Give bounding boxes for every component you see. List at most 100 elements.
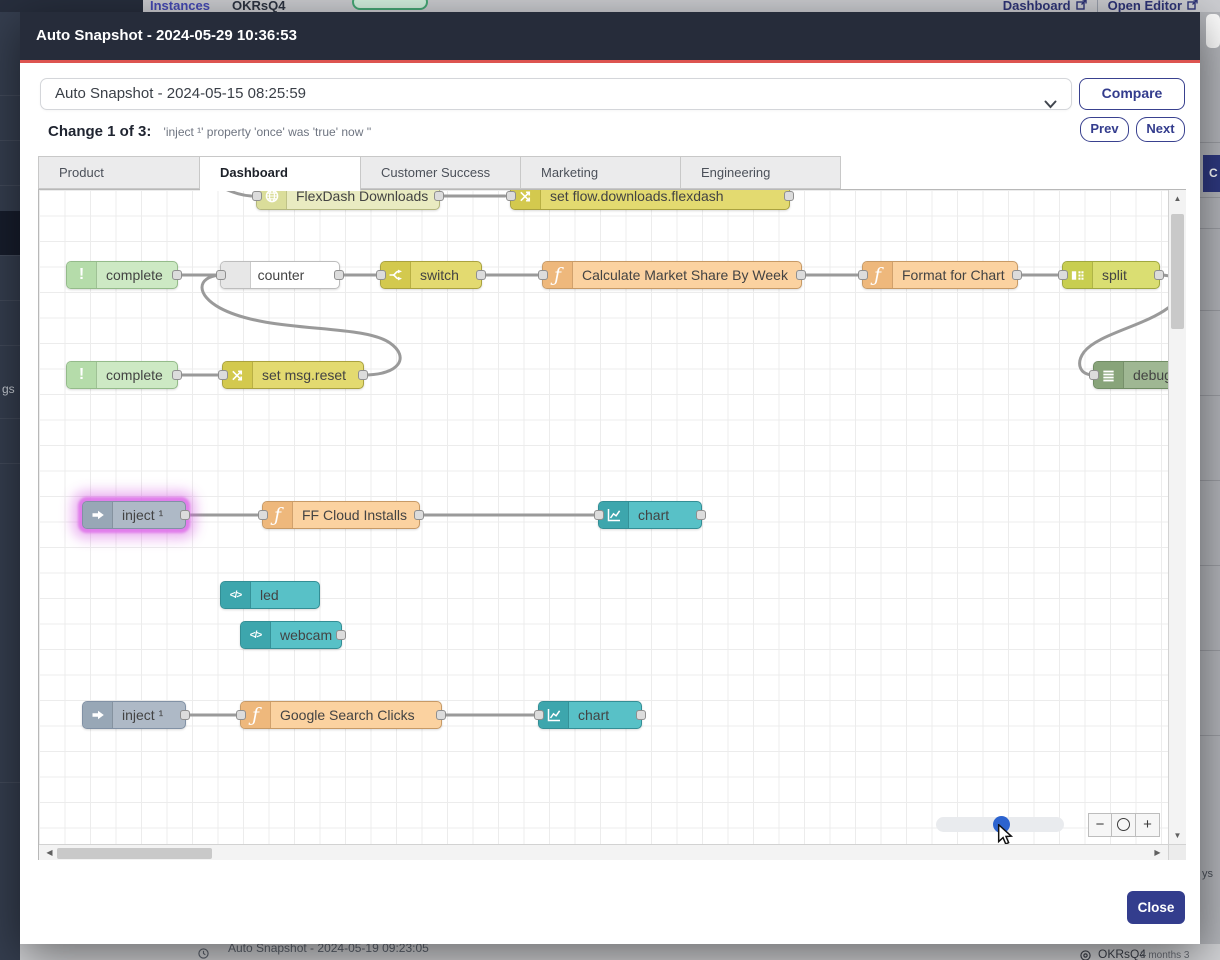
output-port[interactable]: [180, 710, 190, 720]
node-switch[interactable]: switch: [380, 261, 482, 289]
node-label: switch: [411, 262, 481, 288]
node-label: counter: [251, 262, 339, 288]
open-editor-link[interactable]: Open Editor: [1108, 0, 1198, 12]
input-port[interactable]: [252, 191, 262, 201]
node-inject-2[interactable]: inject ¹: [82, 701, 186, 729]
output-port[interactable]: [1012, 270, 1022, 280]
complete-icon: !: [67, 362, 97, 388]
tab-dashboard[interactable]: Dashboard: [200, 156, 361, 191]
node-split[interactable]: split: [1062, 261, 1160, 289]
scroll-right-icon[interactable]: ▶: [1149, 848, 1166, 857]
vertical-scroll-thumb[interactable]: [1171, 214, 1184, 329]
node-webcam[interactable]: </>webcam: [240, 621, 342, 649]
input-port[interactable]: [376, 270, 386, 280]
input-port[interactable]: [534, 710, 544, 720]
zoom-out-button[interactable]: −: [1088, 813, 1112, 837]
topbar-divider: [1097, 0, 1098, 12]
scroll-up-icon[interactable]: ▲: [1169, 194, 1186, 203]
input-port[interactable]: [1058, 270, 1068, 280]
scroll-left-icon[interactable]: ◀: [41, 848, 58, 857]
node-label: chart: [569, 702, 641, 728]
input-port[interactable]: [216, 270, 226, 280]
output-port[interactable]: [696, 510, 706, 520]
node-ff-cloud-installs[interactable]: ƒFF Cloud Installs: [262, 501, 420, 529]
compare-button[interactable]: Compare: [1079, 78, 1185, 110]
sidebar-item-label-fragment[interactable]: gs: [2, 382, 15, 396]
node-set-msg-reset[interactable]: set msg.reset: [222, 361, 364, 389]
dashboard-link[interactable]: Dashboard: [1003, 0, 1087, 12]
next-button[interactable]: Next: [1136, 117, 1185, 142]
input-port[interactable]: [258, 510, 268, 520]
input-port[interactable]: [218, 370, 228, 380]
output-port[interactable]: [334, 270, 344, 280]
change-summary: Change 1 of 3: 'inject ¹' property 'once…: [48, 123, 371, 140]
output-port[interactable]: [180, 510, 190, 520]
node-chart-2[interactable]: chart: [538, 701, 642, 729]
dialog-title: Auto Snapshot - 2024-05-29 10:36:53: [36, 12, 297, 60]
output-port[interactable]: [434, 191, 444, 201]
output-port[interactable]: [414, 510, 424, 520]
node-inject-1[interactable]: inject ¹: [82, 501, 186, 529]
instance-icon: [1080, 948, 1091, 960]
template-icon: </>: [221, 582, 251, 608]
tab-marketing[interactable]: Marketing: [521, 156, 681, 189]
tab-product[interactable]: Product: [38, 156, 200, 189]
node-google-search-clicks[interactable]: ƒGoogle Search Clicks: [240, 701, 442, 729]
clock-icon: [198, 946, 209, 960]
instance-name: OKRsQ4: [232, 0, 285, 12]
node-chart-1[interactable]: chart: [598, 501, 702, 529]
input-port[interactable]: [236, 710, 246, 720]
flow-canvas[interactable]: FlexDash Downloads set flow.downloads.fle…: [39, 190, 1168, 844]
input-port[interactable]: [506, 191, 516, 201]
status-badge: [352, 0, 428, 10]
chevron-down-icon: [1044, 90, 1057, 120]
node-label: set flow.downloads.flexdash: [541, 190, 789, 209]
dialog-header: Auto Snapshot - 2024-05-29 10:36:53: [20, 12, 1200, 60]
vertical-scrollbar[interactable]: ▲ ▼: [1168, 190, 1186, 844]
close-button[interactable]: Close: [1127, 891, 1185, 924]
node-label: led: [251, 582, 319, 608]
node-format-for-chart[interactable]: ƒFormat for Chart: [862, 261, 1018, 289]
snapshot-select[interactable]: Auto Snapshot - 2024-05-15 08:25:59: [40, 78, 1072, 110]
node-label: Calculate Market Share By Week: [573, 262, 801, 288]
output-port[interactable]: [336, 630, 346, 640]
node-counter[interactable]: counter: [220, 261, 340, 289]
output-port[interactable]: [476, 270, 486, 280]
prev-button[interactable]: Prev: [1080, 117, 1129, 142]
zoom-reset-button[interactable]: [1112, 813, 1136, 837]
output-port[interactable]: [784, 191, 794, 201]
horizontal-scrollbar[interactable]: ◀ ▶: [39, 844, 1168, 860]
output-port[interactable]: [1154, 270, 1164, 280]
zoom-in-button[interactable]: +: [1136, 813, 1160, 837]
output-port[interactable]: [796, 270, 806, 280]
scroll-down-icon[interactable]: ▼: [1169, 831, 1186, 840]
output-port[interactable]: [172, 270, 182, 280]
create-snapshot-button-fragment[interactable]: C: [1203, 155, 1220, 192]
node-led[interactable]: </>led: [220, 581, 320, 609]
output-port[interactable]: [172, 370, 182, 380]
breadcrumb-instances[interactable]: Instances: [150, 0, 210, 12]
input-port[interactable]: [1089, 370, 1099, 380]
output-port[interactable]: [436, 710, 446, 720]
node-label: complete: [97, 262, 177, 288]
inject-icon: [83, 502, 113, 528]
input-port[interactable]: [858, 270, 868, 280]
input-port[interactable]: [538, 270, 548, 280]
node-flexdash-downloads[interactable]: FlexDash Downloads: [256, 190, 440, 210]
sidebar-selected-item[interactable]: [0, 211, 20, 255]
horizontal-scroll-thumb[interactable]: [57, 848, 212, 859]
change-counter: Change 1 of 3:: [48, 123, 151, 140]
flow-tabs: Product Dashboard Customer Success Marke…: [38, 156, 841, 189]
node-debug[interactable]: debug: [1093, 361, 1168, 389]
node-complete-1[interactable]: !complete: [66, 261, 178, 289]
tab-engineering[interactable]: Engineering: [681, 156, 841, 189]
node-calculate-market-share[interactable]: ƒCalculate Market Share By Week: [542, 261, 802, 289]
screen: Instances OKRsQ4 Dashboard Open Editor g…: [0, 0, 1220, 960]
mouse-cursor: [997, 824, 1015, 844]
node-complete-2[interactable]: !complete: [66, 361, 178, 389]
output-port[interactable]: [636, 710, 646, 720]
output-port[interactable]: [358, 370, 368, 380]
tab-customer-success[interactable]: Customer Success: [361, 156, 521, 189]
input-port[interactable]: [594, 510, 604, 520]
node-set-flow-downloads-flexdash[interactable]: set flow.downloads.flexdash: [510, 190, 790, 210]
